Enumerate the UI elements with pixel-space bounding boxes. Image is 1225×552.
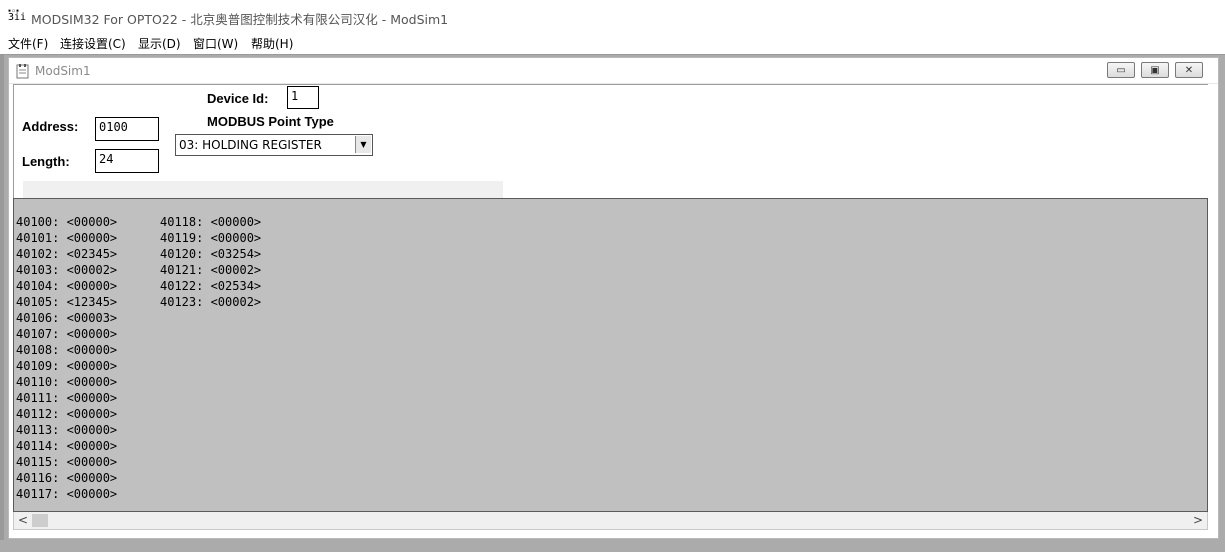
mdi-left-edge xyxy=(0,54,4,552)
restore-button[interactable]: ▣ xyxy=(1141,62,1169,78)
register-value[interactable]: 40101: <00000> xyxy=(16,230,117,246)
scroll-left-icon[interactable]: < xyxy=(16,513,30,527)
register-value[interactable]: 40111: <00000> xyxy=(16,390,117,406)
length-label: Length: xyxy=(22,154,70,169)
register-value[interactable]: 40105: <12345> xyxy=(16,294,117,310)
register-value[interactable]: 40118: <00000> xyxy=(160,214,261,230)
register-column-2: 40118: <00000> 40119: <00000> 40120: <0325… xyxy=(160,214,261,310)
register-value[interactable]: 40104: <00000> xyxy=(16,278,117,294)
point-type-selected: 03: HOLDING REGISTER xyxy=(179,138,322,152)
chevron-down-icon[interactable]: ▼ xyxy=(355,136,371,153)
register-value[interactable]: 40119: <00000> xyxy=(160,230,261,246)
register-value[interactable]: 40122: <02534> xyxy=(160,278,261,294)
close-button[interactable]: ✕ xyxy=(1175,62,1203,78)
minimize-button[interactable]: ▭ xyxy=(1107,62,1135,78)
address-field[interactable]: 0100 xyxy=(95,117,159,141)
scroll-right-icon[interactable]: > xyxy=(1191,513,1205,527)
register-value[interactable]: 40115: <00000> xyxy=(16,454,117,470)
menu-file[interactable]: 文件(F) xyxy=(8,35,48,52)
device-id-field[interactable]: 1 xyxy=(287,86,319,109)
register-value[interactable]: 40123: <00002> xyxy=(160,294,261,310)
register-display: 40100: <00000> 40101: <00000> 40102: <0234… xyxy=(13,198,1208,512)
register-value[interactable]: 40100: <00000> xyxy=(16,214,117,230)
register-value[interactable]: 40117: <00000> xyxy=(16,486,117,502)
device-id-label: Device Id: xyxy=(207,91,269,106)
register-value[interactable]: 40109: <00000> xyxy=(16,358,117,374)
settings-panel: Device Id: 1 MODBUS Point Type Address: … xyxy=(13,84,1208,198)
register-value[interactable]: 40116: <00000> xyxy=(16,470,117,486)
address-label: Address: xyxy=(22,119,79,134)
menu-connection[interactable]: 连接设置(C) xyxy=(60,35,126,52)
modsim-app-icon: ▪▫▪ 3ii xyxy=(8,8,27,23)
register-value[interactable]: 40113: <00000> xyxy=(16,422,117,438)
close-icon: ✕ xyxy=(1184,64,1194,76)
register-column-1: 40100: <00000> 40101: <00000> 40102: <0234… xyxy=(16,214,117,502)
register-value[interactable]: 40121: <00002> xyxy=(160,262,261,278)
point-type-label: MODBUS Point Type xyxy=(207,114,334,129)
scroll-thumb[interactable] xyxy=(32,514,48,527)
menu-help[interactable]: 帮助(H) xyxy=(251,35,293,52)
minimize-icon: ▭ xyxy=(1116,64,1126,76)
restore-icon: ▣ xyxy=(1150,64,1160,76)
length-field[interactable]: 24 xyxy=(95,149,159,173)
modsim-child-window: ModSim1 ▭ ▣ ✕ Device Id: 1 MODBUS Point … xyxy=(8,57,1219,539)
status-strip xyxy=(23,181,503,198)
register-value[interactable]: 40114: <00000> xyxy=(16,438,117,454)
menu-window[interactable]: 窗口(W) xyxy=(193,35,238,52)
mdi-bottom-edge xyxy=(0,540,1225,552)
point-type-select[interactable]: 03: HOLDING REGISTER ▼ xyxy=(175,134,373,156)
child-title-bar[interactable]: ModSim1 ▭ ▣ ✕ xyxy=(9,58,1218,84)
register-value[interactable]: 40108: <00000> xyxy=(16,342,117,358)
register-value[interactable]: 40102: <02345> xyxy=(16,246,117,262)
register-value[interactable]: 40106: <00003> xyxy=(16,310,117,326)
document-icon xyxy=(16,64,29,79)
register-value[interactable]: 40120: <03254> xyxy=(160,246,261,262)
horizontal-scrollbar[interactable]: < > xyxy=(13,512,1208,530)
register-value[interactable]: 40107: <00000> xyxy=(16,326,117,342)
child-title: ModSim1 xyxy=(35,64,91,78)
register-value[interactable]: 40110: <00000> xyxy=(16,374,117,390)
menu-display[interactable]: 显示(D) xyxy=(138,35,181,52)
title-bar: ▪▫▪ 3ii MODSIM32 For OPTO22 - 北京奥普图控制技术有… xyxy=(0,0,1225,34)
window-title: MODSIM32 For OPTO22 - 北京奥普图控制技术有限公司汉化 - … xyxy=(31,12,449,27)
register-value[interactable]: 40112: <00000> xyxy=(16,406,117,422)
menu-bar: 文件(F) 连接设置(C) 显示(D) 窗口(W) 帮助(H) xyxy=(0,34,1225,54)
register-value[interactable]: 40103: <00002> xyxy=(16,262,117,278)
